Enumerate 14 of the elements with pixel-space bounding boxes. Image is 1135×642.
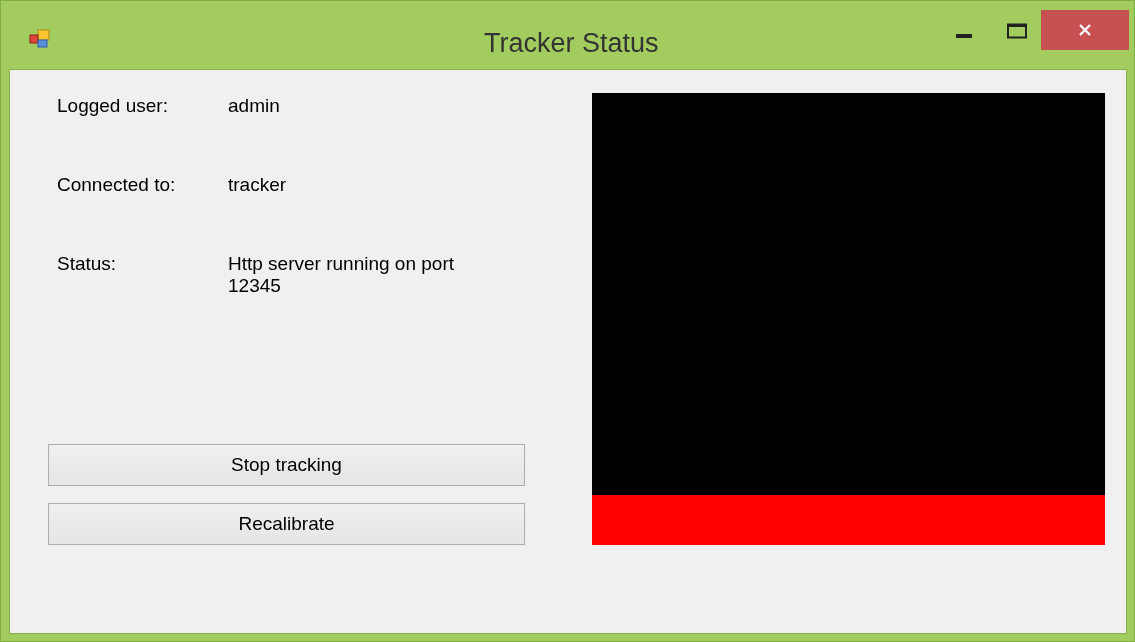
close-button[interactable] (1041, 10, 1129, 50)
action-button[interactable]: Recalibrate (48, 503, 525, 545)
app-icon (29, 29, 51, 49)
minimize-icon[interactable] (956, 34, 972, 38)
field-value: tracker (228, 174, 288, 196)
field-value: admin (228, 95, 281, 117)
maximize-icon[interactable] (1007, 23, 1027, 39)
field-label: Logged user: (57, 95, 169, 117)
field-label: Connected to: (57, 174, 177, 196)
field-value: Http server running on port 12345 (228, 253, 455, 297)
action-button[interactable]: Stop tracking (48, 444, 525, 486)
close-icon (1078, 23, 1092, 37)
field-label: Status: (57, 253, 118, 275)
window-title: Tracker Status (484, 27, 659, 60)
